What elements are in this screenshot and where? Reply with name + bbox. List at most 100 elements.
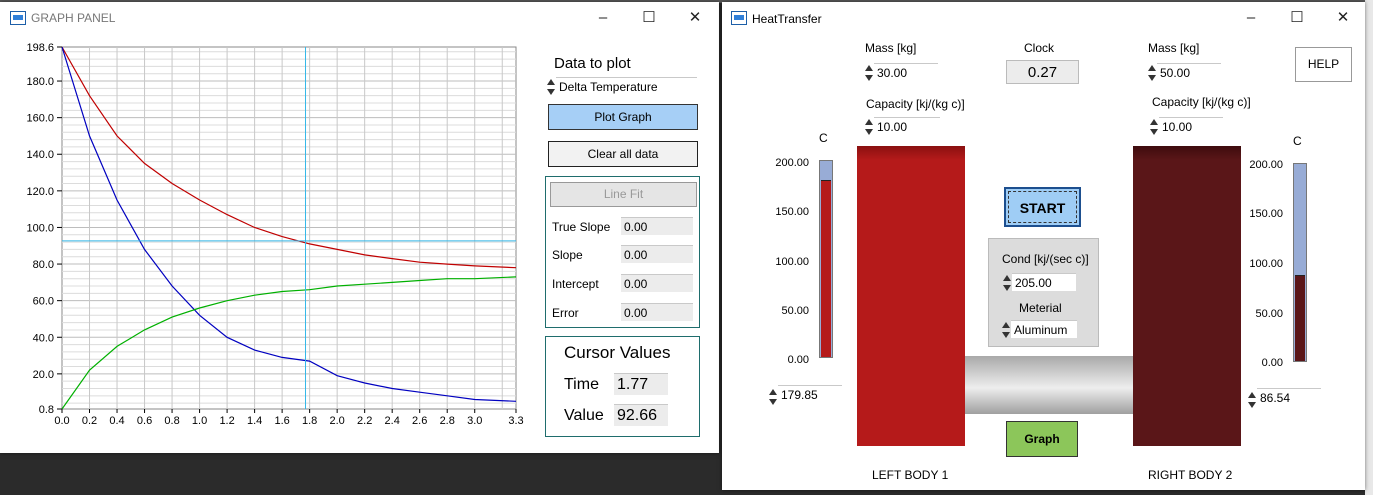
maximize-button[interactable]: ☐ [1286,8,1308,28]
left-thermometer [819,160,833,358]
data-to-plot-spinner[interactable] [547,78,555,96]
left-mass-label: Mass [kg] [865,41,917,55]
cond-input[interactable]: 205.00 [1012,273,1076,291]
x-tick-label: 2.4 [385,415,400,427]
cond-spinner[interactable] [1003,274,1011,292]
right-gauge-tick: 0.00 [1261,357,1283,369]
line-fit-group: Line Fit True Slope 0.00 Slope 0.00 Inte… [545,176,700,328]
x-tick-label: 2.8 [440,415,455,427]
minimize-button[interactable]: – [1240,8,1262,28]
intercept-value: 0.00 [621,274,693,292]
y-tick-label: 60.0 [33,296,54,308]
left-gauge-tick: 0.00 [787,354,809,366]
cond-label: Cond [kj/(sec c)] [1002,252,1089,266]
right-temp-spinner[interactable] [1248,391,1256,409]
window-title: HeatTransfer [752,12,822,26]
value-value: 92.66 [614,404,668,426]
right-body-label: RIGHT BODY 2 [1148,468,1233,482]
left-mass-input[interactable]: 30.00 [874,63,938,81]
slope-value: 0.00 [621,245,693,263]
cursor-values-group: Cursor Values Time 1.77 Value 92.66 [545,336,700,437]
right-gauge-tick: 200.00 [1249,159,1283,171]
x-tick-label: 1.0 [192,415,207,427]
y-tick-label: 0.8 [39,404,54,416]
x-tick-label: 3.0 [467,415,482,427]
x-tick-label: 0.8 [164,415,179,427]
plot-area [61,46,517,410]
maximize-button[interactable]: ☐ [638,8,660,28]
slope-label: Slope [552,248,583,262]
graph-button[interactable]: Graph [1006,421,1078,457]
right-temp-input[interactable]: 86.54 [1257,388,1321,406]
intercept-label: Intercept [552,277,599,291]
app-icon [731,11,747,25]
value-label: Value [564,407,604,424]
right-gauge-tick: 100.00 [1249,258,1283,270]
help-button[interactable]: HELP [1295,47,1352,82]
graph-panel-titlebar[interactable]: GRAPH PANEL – ☐ ✕ [0,2,719,34]
right-capacity-label: Capacity [kj/(kg c)] [1152,95,1251,109]
left-capacity-label: Capacity [kj/(kg c)] [866,97,965,111]
right-capacity-spinner[interactable] [1150,118,1158,136]
left-capacity-spinner[interactable] [865,118,873,136]
conductance-panel: Cond [kj/(sec c)] 205.00 Meterial Alumin… [988,238,1099,347]
y-tick-label: 160.0 [26,113,54,125]
y-tick-label: 140.0 [26,149,54,161]
left-capacity-input[interactable]: 10.00 [874,117,940,135]
x-tick-label: 3.3 [508,415,523,427]
heat-transfer-titlebar[interactable]: HeatTransfer – ☐ ✕ [722,2,1365,34]
left-temp-input[interactable]: 179.85 [778,385,842,403]
y-tick-label: 120.0 [26,186,54,198]
left-gauge-tick: 50.00 [781,305,809,317]
window-title: GRAPH PANEL [31,11,116,25]
right-capacity-input[interactable]: 10.00 [1159,117,1223,135]
x-tick-label: 0.6 [137,415,152,427]
left-gauge-tick: 200.00 [775,157,809,169]
close-button[interactable]: ✕ [1332,8,1354,28]
left-temp-spinner[interactable] [769,388,777,406]
right-gauge-tick: 50.00 [1255,308,1283,320]
data-to-plot-label: Data to plot [554,55,631,72]
material-spinner[interactable] [1002,321,1010,339]
y-tick-label: 180.0 [26,76,54,88]
true-slope-label: True Slope [552,220,611,234]
left-body-label: LEFT BODY 1 [872,468,949,482]
left-body-block [857,146,965,446]
left-mass-spinner[interactable] [865,64,873,82]
x-tick-label: 2.2 [357,415,372,427]
x-tick-label: 2.0 [330,415,345,427]
error-value: 0.00 [621,303,693,321]
start-button[interactable]: START [1004,187,1081,227]
conduction-bar [965,356,1133,414]
x-tick-label: 0.0 [54,415,69,427]
line-fit-button[interactable]: Line Fit [550,182,697,207]
clock-value: 0.27 [1006,60,1079,84]
right-mass-label: Mass [kg] [1148,41,1200,55]
plot-graph-button[interactable]: Plot Graph [548,104,698,130]
right-body-block [1133,146,1241,446]
x-tick-label: 1.8 [302,415,317,427]
close-button[interactable]: ✕ [684,8,706,28]
right-thermometer-fill [1295,274,1305,361]
clear-all-data-button[interactable]: Clear all data [548,141,698,167]
x-tick-label: 0.4 [109,415,124,427]
right-mass-input[interactable]: 50.00 [1157,63,1221,81]
line-chart[interactable]: 198.6 180.0 160.0 140.0 120.0 100.0 80.0 60.0 40… [0,32,530,432]
left-gauge-tick: 100.00 [775,256,809,268]
left-thermometer-fill [821,179,831,357]
minimize-button[interactable]: – [592,8,614,28]
cursor-values-title: Cursor Values [564,343,671,362]
left-gauge-tick: 150.00 [775,206,809,218]
x-tick-label: 2.6 [412,415,427,427]
left-unit-label: C [819,131,828,145]
data-to-plot-select[interactable]: Delta Temperature [556,77,697,95]
time-value: 1.77 [614,373,668,395]
right-mass-spinner[interactable] [1148,64,1156,82]
y-tick-label: 40.0 [33,332,54,344]
time-label: Time [564,376,599,393]
x-tick-label: 1.4 [247,415,262,427]
x-tick-label: 1.2 [219,415,234,427]
y-tick-label: 198.6 [26,42,54,54]
material-select[interactable]: Aluminum [1011,320,1077,338]
x-tick-label: 0.2 [82,415,97,427]
